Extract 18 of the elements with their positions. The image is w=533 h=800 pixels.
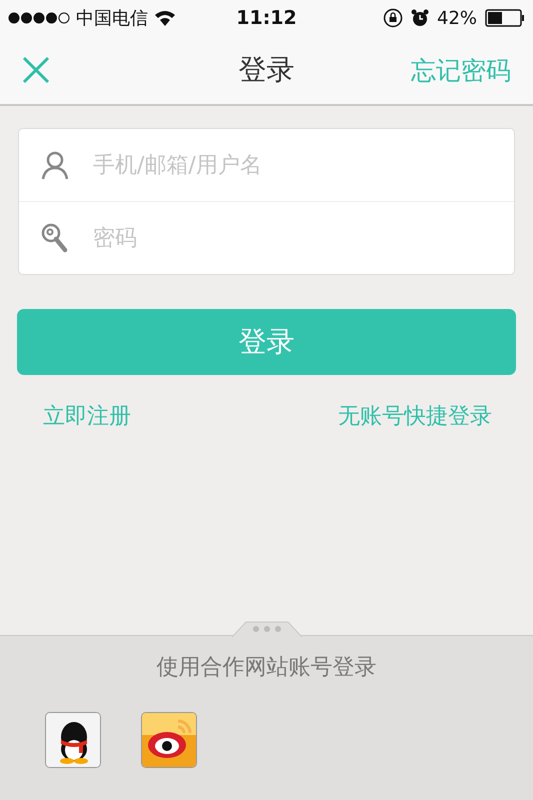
carrier-name: 中国电信 (76, 7, 148, 30)
register-link[interactable]: 立即注册 (43, 401, 131, 431)
quick-login-link[interactable]: 无账号快捷登录 (338, 401, 492, 431)
signal-icon (8, 12, 70, 24)
page-title: 登录 (238, 52, 294, 88)
alarm-icon (411, 9, 429, 27)
login-button[interactable]: 登录 (17, 309, 516, 375)
penguin-logo-button[interactable] (45, 712, 101, 768)
rotation-lock-icon (383, 8, 403, 28)
wifi-icon (154, 10, 176, 26)
user-icon (41, 150, 69, 180)
forgot-password-link[interactable]: 忘记密码 (411, 54, 511, 86)
battery-icon (485, 9, 526, 27)
eye-logo-button[interactable] (141, 712, 197, 768)
key-icon (41, 223, 69, 253)
battery-percent: 42% (437, 8, 478, 28)
clock-time: 11:12 (236, 7, 297, 29)
partner-login-title: 使用合作网站账号登录 (156, 654, 376, 682)
